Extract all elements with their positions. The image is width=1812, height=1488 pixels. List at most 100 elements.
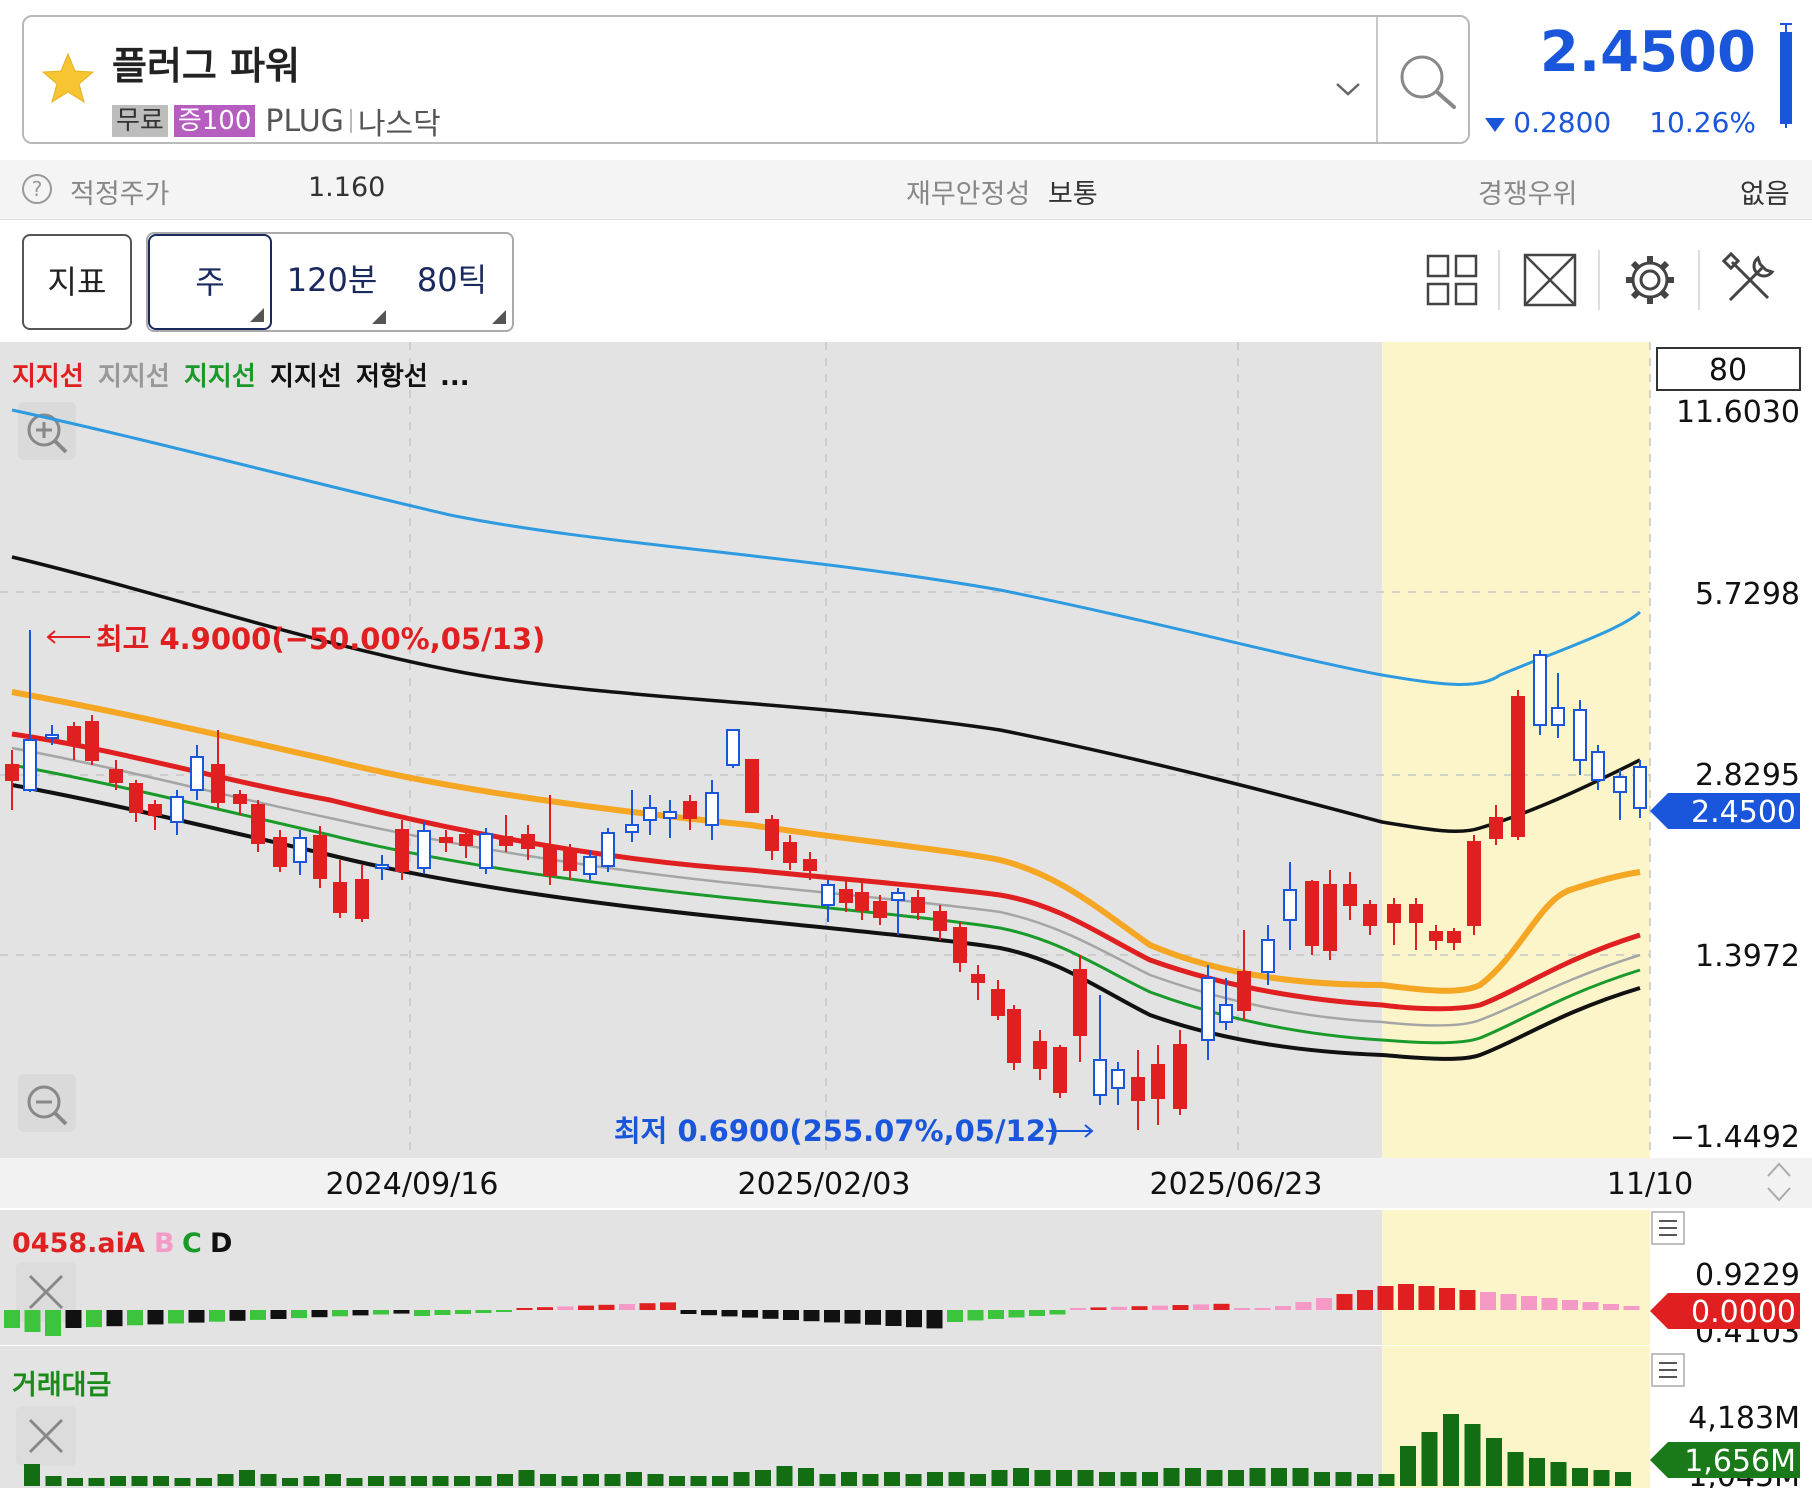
volume-bar bbox=[905, 1474, 922, 1486]
volume-bar bbox=[669, 1476, 685, 1486]
volume-bar bbox=[174, 1478, 191, 1486]
toolbar-separator bbox=[1598, 250, 1600, 310]
high-label: 최고 4.9000(−50.00%,05/13) bbox=[96, 622, 545, 656]
oscillator-bar bbox=[1357, 1290, 1373, 1310]
candle-body bbox=[521, 834, 535, 849]
candle-body bbox=[211, 764, 225, 803]
oscillator-bar bbox=[865, 1310, 881, 1325]
oscillator-bar bbox=[803, 1310, 820, 1322]
candle-body bbox=[1093, 1059, 1107, 1096]
layout-grid-icon[interactable] bbox=[1424, 252, 1480, 308]
candle-body bbox=[1573, 709, 1587, 761]
stability-value: 보통 bbox=[1048, 179, 1098, 210]
tick80-period-button[interactable]: 80틱 bbox=[392, 234, 512, 330]
candle-body bbox=[953, 927, 967, 963]
oscillator-bar bbox=[168, 1310, 184, 1324]
legend-item: 지지선 bbox=[184, 362, 256, 392]
volume-bar bbox=[110, 1476, 126, 1486]
volume-bar bbox=[153, 1476, 169, 1486]
candle-body bbox=[170, 796, 184, 823]
volume-bar bbox=[1249, 1468, 1266, 1486]
volume-bar bbox=[1185, 1468, 1201, 1486]
candle-body bbox=[745, 759, 759, 813]
volume-bar bbox=[131, 1476, 148, 1486]
candle-body bbox=[1343, 884, 1357, 906]
margin-badge: 증100 bbox=[173, 105, 256, 137]
oscillator-bar bbox=[1234, 1308, 1250, 1310]
candle-body bbox=[1073, 969, 1087, 1036]
candle-body bbox=[1111, 1069, 1125, 1089]
oscillator-bar bbox=[1029, 1310, 1045, 1316]
stock-selector[interactable]: 플러그 파워 무료 증100 PLUG 나스닥 bbox=[22, 15, 1470, 144]
oscillator-bar bbox=[475, 1310, 492, 1313]
volume-bar bbox=[1615, 1472, 1631, 1486]
zoom-out-icon[interactable] bbox=[18, 1074, 76, 1132]
candle-body bbox=[1489, 817, 1503, 839]
favorite-star-icon[interactable] bbox=[40, 51, 96, 107]
search-icon[interactable] bbox=[1392, 47, 1462, 117]
oscillator-bar bbox=[1193, 1304, 1209, 1310]
oscillator-bar bbox=[147, 1310, 164, 1325]
week-period-button[interactable]: 주 bbox=[148, 234, 272, 330]
volume-bar bbox=[819, 1474, 836, 1486]
candle-body bbox=[643, 807, 657, 821]
x-tick: 11/10 bbox=[1607, 1167, 1693, 1202]
indicator-button[interactable]: 지표 bbox=[22, 234, 132, 330]
panel-menu-icon[interactable] bbox=[1651, 1211, 1685, 1245]
tools-icon[interactable] bbox=[1722, 252, 1778, 308]
fullscreen-icon[interactable] bbox=[1522, 252, 1578, 308]
competitive-value: 없음 bbox=[1740, 179, 1790, 210]
candle-body bbox=[1467, 841, 1481, 926]
oscillator-bar bbox=[1480, 1292, 1496, 1310]
candle-body bbox=[1533, 654, 1547, 726]
ticker-symbol: PLUG bbox=[265, 103, 344, 139]
volume-bar bbox=[1206, 1470, 1223, 1486]
oscillator-bar bbox=[1418, 1286, 1435, 1310]
price-chart[interactable]: 지지선 지지선 지지선 지지선 저항선 ... 최고 4.9000(−50.00… bbox=[0, 342, 1812, 1488]
settings-gear-icon[interactable] bbox=[1622, 252, 1678, 308]
candle-body bbox=[1007, 1009, 1021, 1063]
oscillator-bar bbox=[414, 1310, 430, 1316]
volume-bar bbox=[798, 1468, 814, 1486]
y-axis-background bbox=[1650, 342, 1812, 1158]
oscillator-bar bbox=[1131, 1306, 1148, 1310]
change-percent: 10.26% bbox=[1649, 106, 1756, 139]
y-tick: −1.4492 bbox=[1670, 1120, 1800, 1155]
indicator-name: 0458.ai bbox=[12, 1228, 125, 1259]
volume-panel-name: 거래대금 bbox=[12, 1370, 111, 1401]
volume-bar bbox=[24, 1464, 40, 1486]
oscillator-bar bbox=[65, 1310, 82, 1328]
help-icon[interactable]: ? bbox=[22, 174, 52, 204]
candle-body bbox=[417, 830, 431, 869]
tick80-label: 80틱 bbox=[416, 261, 488, 299]
y-tick: 5.7298 bbox=[1695, 577, 1800, 612]
min120-period-button[interactable]: 120분 bbox=[272, 234, 392, 330]
candle-body bbox=[1219, 1004, 1233, 1023]
volume-bar bbox=[368, 1476, 384, 1486]
volume-bar bbox=[346, 1478, 363, 1486]
oscillator-bar bbox=[660, 1302, 676, 1310]
panel-menu-icon[interactable] bbox=[1651, 1353, 1685, 1387]
volume-bar bbox=[1013, 1468, 1029, 1486]
candle-body bbox=[1591, 751, 1605, 781]
zoom-in-icon[interactable] bbox=[18, 402, 76, 460]
oscillator-bar bbox=[1295, 1302, 1312, 1310]
candle-body bbox=[1363, 904, 1377, 926]
volume-bar bbox=[561, 1476, 578, 1486]
oscillator-bar bbox=[455, 1310, 471, 1314]
oscillator-bar bbox=[127, 1310, 143, 1326]
oscillator-bar bbox=[24, 1310, 41, 1332]
oscillator-bar bbox=[926, 1310, 943, 1329]
volume-bar bbox=[1271, 1468, 1287, 1486]
volume-bar bbox=[1378, 1474, 1395, 1486]
oscillator-bar bbox=[291, 1310, 307, 1319]
volume-bar bbox=[45, 1476, 62, 1486]
x-tick: 2024/09/16 bbox=[326, 1167, 499, 1202]
candle-body bbox=[601, 832, 615, 867]
chevron-down-icon[interactable] bbox=[1334, 79, 1362, 99]
close-panel-icon[interactable] bbox=[16, 1406, 76, 1466]
legend-item: 지지선 bbox=[12, 362, 84, 392]
oscillator-bar bbox=[4, 1310, 20, 1328]
oscillator-bar bbox=[1398, 1284, 1414, 1310]
candle-body bbox=[839, 889, 853, 903]
